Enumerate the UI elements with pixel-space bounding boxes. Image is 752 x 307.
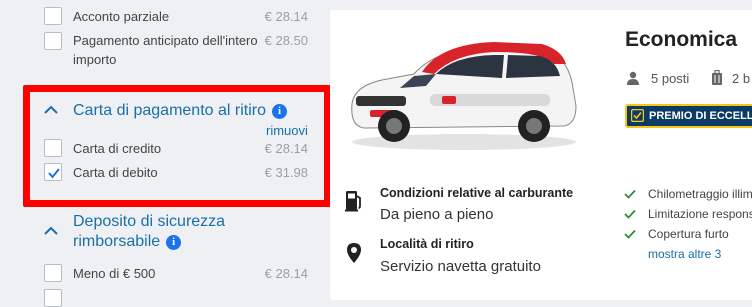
excellence-award-badge: PREMIO DI ECCELLENZA (625, 104, 752, 128)
option-price: € 28.50 (264, 33, 308, 48)
seats-count: 5 posti (651, 71, 690, 86)
car-image[interactable] (344, 34, 584, 152)
section-title-deposit-cont[interactable]: rimborsabile i (73, 232, 182, 252)
checkbox-pagamento-anticipato[interactable] (44, 32, 62, 50)
option-label: Pagamento anticipato dell'intero (73, 33, 258, 48)
section-title-text: rimborsabile (73, 233, 161, 250)
chevron-up-icon[interactable] (44, 226, 58, 235)
option-label: Acconto parziale (73, 9, 170, 24)
car-result-card[interactable]: Economica 5 posti 2 b PREMIO DI ECCELLEN… (330, 10, 752, 300)
option-price: € 28.14 (264, 9, 308, 24)
check-icon (624, 189, 636, 199)
section-title-deposit[interactable]: Deposito di sicurezza (73, 212, 225, 232)
luggage-icon (712, 70, 722, 85)
check-icon (624, 229, 636, 239)
fuel-policy-value: Da pieno a pieno (380, 206, 494, 223)
checkbox-acconto-parziale[interactable] (44, 7, 62, 25)
checkbox-next-option[interactable] (44, 289, 62, 307)
badge-check-icon (631, 109, 644, 122)
option-label: Meno di € 500 (73, 266, 156, 281)
pickup-location-value: Servizio navetta gratuito (380, 258, 541, 275)
feature-item: Limitazione responsabilità (648, 207, 752, 221)
location-pin-icon (347, 243, 361, 263)
fuel-pump-icon (345, 191, 361, 212)
show-more-link[interactable]: mostra altre 3 (648, 247, 721, 261)
person-icon (627, 71, 639, 85)
feature-item: Chilometraggio illimitato (648, 187, 752, 201)
pickup-location-title: Località di ritiro (380, 237, 474, 251)
check-icon (624, 209, 636, 219)
highlight-box (23, 85, 331, 207)
badge-text: PREMIO DI ECCELLENZA (649, 110, 752, 122)
car-category-title: Economica (625, 28, 738, 51)
option-label-cont: importo (73, 52, 117, 67)
feature-item: Copertura furto (648, 227, 729, 241)
fuel-policy-title: Condizioni relative al carburante (380, 186, 574, 200)
filter-sidebar: Acconto parziale € 28.14 Pagamento antic… (0, 0, 331, 307)
checkbox-meno-500[interactable] (44, 264, 62, 282)
option-price: € 28.14 (264, 266, 308, 281)
bags-count: 2 b (732, 71, 751, 86)
info-icon[interactable]: i (166, 235, 182, 250)
